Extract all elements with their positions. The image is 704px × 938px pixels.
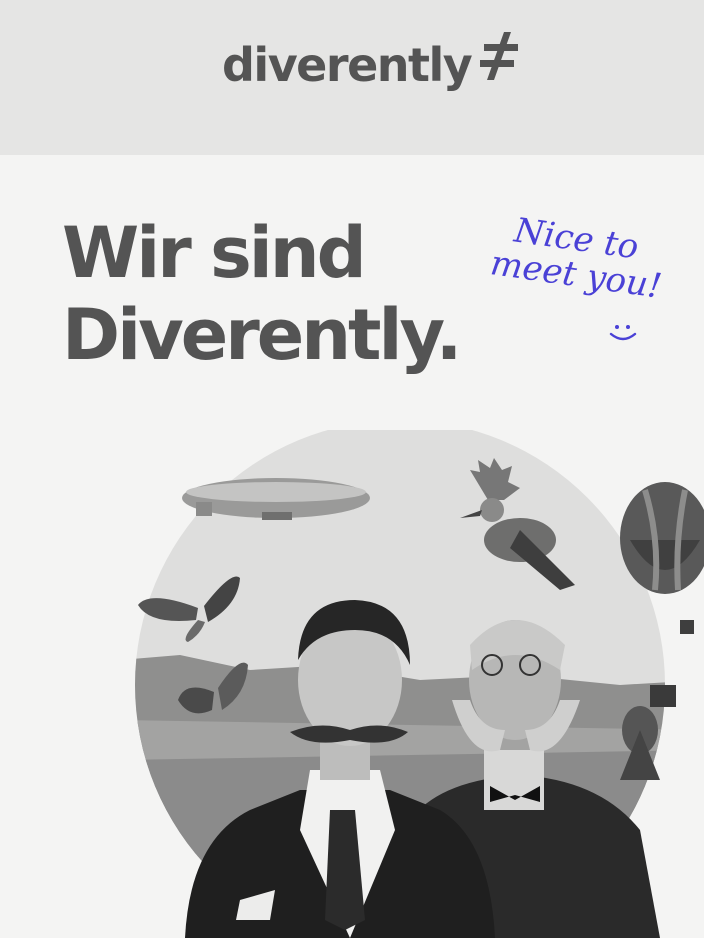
vintage-collage [135,430,704,938]
not-equal-icon [480,32,518,80]
site-header: diverently [0,0,704,155]
hero-headline: Wir sind Diverently. [62,212,462,376]
smiley-icon [609,325,637,341]
brand-logo[interactable]: diverently [222,38,473,92]
headline-line-1: Wir sind [62,212,367,294]
headline-line-2: Diverently. [62,294,462,376]
